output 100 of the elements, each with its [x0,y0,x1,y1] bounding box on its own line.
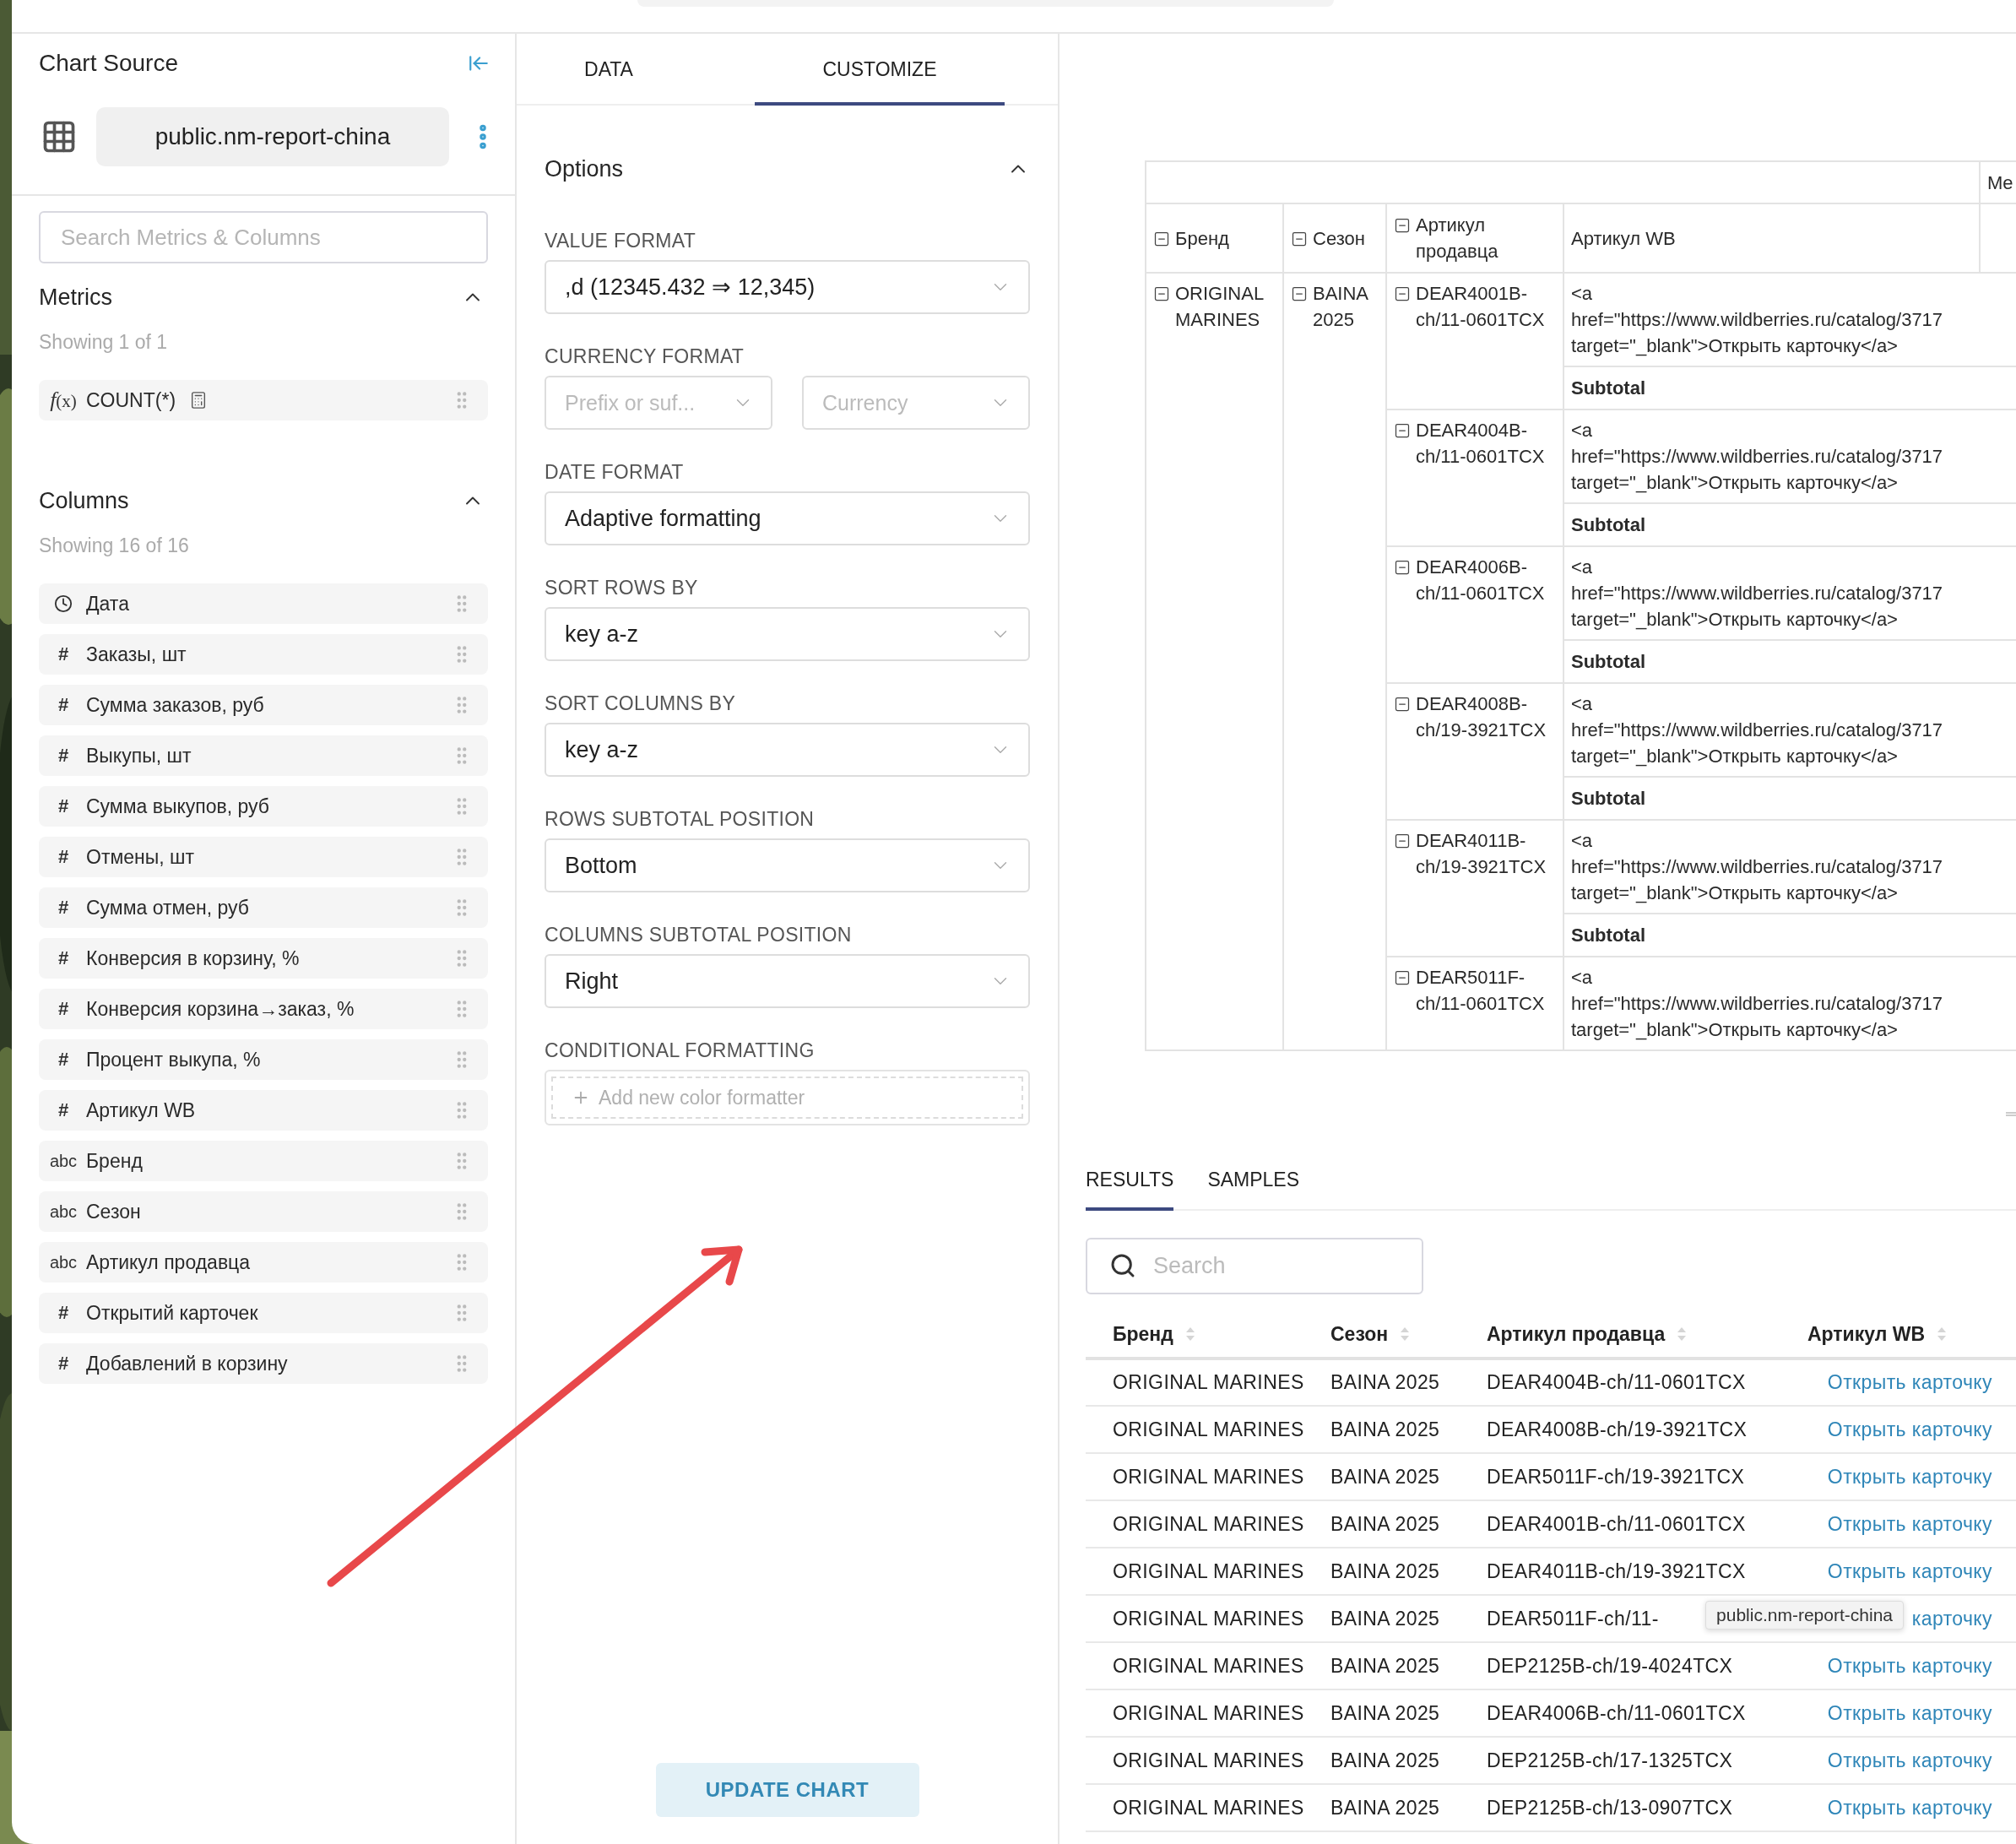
table-cell: ORIGINAL MARINES [1086,1359,1315,1406]
type-label: abc [49,1151,78,1171]
column-header[interactable]: Артикул WB [1807,1322,1926,1345]
field-name: Добавлений в корзину [86,1352,288,1375]
collapse-icon[interactable] [1153,230,1170,247]
field-item[interactable]: # Процент выкупа, % [39,1039,488,1080]
search-field[interactable]: Search Metrics & Columns [39,211,488,263]
format-select[interactable]: Bottom [545,838,1030,892]
table-cell: BAINA 2025 [1315,1784,1471,1831]
card-link[interactable]: Открыть карточку [1827,1512,1992,1535]
card-link[interactable]: Открыть карточку [1827,1465,1992,1488]
type-label: # [57,998,70,1020]
tab[interactable]: CUSTOMIZE [755,34,1005,106]
table-cell: BAINA 2025 [1315,1689,1471,1737]
format-select[interactable]: Right [545,954,1030,1008]
collapse-icon[interactable] [1394,422,1411,439]
resize-handle-icon[interactable] [2006,1112,2016,1116]
field-label: CURRENCY FORMAT [545,344,745,369]
format-select[interactable]: key a-z [545,607,1030,661]
card-link[interactable]: карточку [1911,1607,1992,1630]
field-item[interactable]: abc Сезон [39,1191,488,1232]
field-label: VALUE FORMAT [545,229,697,253]
collapse-icon[interactable] [1394,285,1411,302]
column-header[interactable]: Бренд [1113,1322,1173,1345]
table-cell: ORIGINAL MARINES [1086,1406,1315,1453]
collapse-icon[interactable] [1153,285,1170,302]
field-item[interactable]: # Сумма отмен, руб [39,887,488,928]
field-name: Заказы, шт [86,643,187,666]
field-label: ROWS SUBTOTAL POSITION [545,807,816,832]
table-cell: DEAR4001B-ch/11-0601TCX [1471,1500,1792,1548]
field-label: SORT COLUMNS BY [545,692,737,716]
card-link[interactable]: Открыть карточку [1827,1749,1992,1771]
format-select[interactable]: ,d (12345.432 ⇒ 12,345) [545,260,1030,314]
field-item[interactable]: abc Артикул продавца [39,1242,488,1283]
type-label: # [57,1302,70,1324]
clock-icon [54,594,73,613]
field-name: Выкупы, шт [86,744,192,767]
collapse-icon[interactable] [1394,696,1411,713]
table-cell: BAINA 2025 [1315,1548,1471,1595]
table-cell: DEP2125B-ch/17-1325TCX [1471,1737,1792,1784]
collapse-icon[interactable] [1394,559,1411,576]
field-item[interactable]: Дата [39,583,488,624]
search-icon [1109,1252,1136,1279]
function-label: f(x) [49,388,78,413]
cell-text: ORIGINAL MARINES [1175,282,1265,332]
cell-text: BAINA 2025 [1313,282,1369,332]
table-cell: BAINA 2025 [1315,1406,1471,1453]
field-item[interactable]: # Сумма заказов, руб [39,685,488,725]
field-item[interactable]: # Отмены, шт [39,837,488,877]
cell-text: DEAR4011B-ch/19-3921TCX [1416,829,1547,879]
card-link[interactable]: Открыть карточку [1827,1559,1992,1582]
format-select[interactable]: key a-z [545,723,1030,777]
collapse-icon[interactable] [1394,217,1411,234]
field-item[interactable]: # Выкупы, шт [39,735,488,776]
field-item[interactable]: # Открытий карточек [39,1293,488,1333]
table-cell: BAINA 2025 [1315,1737,1471,1784]
field-item[interactable]: # Артикул WB [39,1090,488,1131]
column-header[interactable]: Сезон [1330,1322,1389,1345]
search-field[interactable]: Search [1086,1238,1423,1294]
card-link[interactable]: Открыть карточку [1827,1418,1992,1440]
field-item[interactable]: # Заказы, шт [39,634,488,675]
card-link[interactable]: Открыть карточку [1827,1654,1992,1677]
table-cell: ORIGINAL MARINES [1086,1784,1315,1831]
table-cell: ORIGINAL MARINES [1086,1689,1315,1737]
type-label: # [57,947,70,969]
field-name: Конверсия корзина→заказ, % [86,997,355,1021]
tab[interactable]: SAMPLES [1207,1152,1300,1211]
card-link[interactable]: Открыть карточку [1827,1796,1992,1819]
field-item[interactable]: abc Бренд [39,1141,488,1181]
field-item[interactable]: # Добавлений в корзину [39,1343,488,1384]
collapse-icon[interactable] [1291,285,1308,302]
type-label: abc [49,1252,78,1272]
field-name: Сезон [86,1200,141,1223]
column-header[interactable]: Артикул продавца [1487,1322,1666,1345]
table-cell: ORIGINAL MARINES [1086,1737,1315,1784]
collapse-icon[interactable] [1394,969,1411,986]
field-name: Процент выкупа, % [86,1048,261,1071]
cell-text: DEAR4004B-ch/11-0601TCX [1416,419,1546,469]
table-cell: DEP2125B-ch/19-4024TCX [1471,1642,1792,1689]
tab[interactable]: DATA [517,34,701,106]
collapse-icon[interactable] [1394,833,1411,849]
format-select[interactable]: Adaptive formatting [545,491,1030,545]
dataset-name[interactable]: public.nm-report-china [96,107,449,166]
field-name: Артикул продавца [86,1250,251,1274]
card-link[interactable]: Открыть карточку [1827,1371,1992,1393]
table-cell: BAINA 2025 [1315,1642,1471,1689]
tooltip: public.nm-report-china [1705,1600,1904,1630]
field-item[interactable]: # Конверсия в корзину, % [39,938,488,979]
field-item[interactable]: # Конверсия корзина→заказ, % [39,989,488,1029]
field-item[interactable]: f(x) COUNT(*) [39,380,488,420]
table-cell: BAINA 2025 [1315,1500,1471,1548]
field-name: Сумма выкупов, руб [86,795,269,818]
table-cell: BAINA 2025 [1315,1453,1471,1500]
tab[interactable]: RESULTS [1086,1152,1174,1211]
column-header: Сезон [1313,226,1365,251]
collapse-icon[interactable] [1291,230,1308,247]
item-count: Showing 1 of 1 [39,330,169,355]
cell-text: DEAR4001B-ch/11-0601TCX [1416,282,1546,332]
card-link[interactable]: Открыть карточку [1827,1701,1992,1724]
field-item[interactable]: # Сумма выкупов, руб [39,786,488,827]
